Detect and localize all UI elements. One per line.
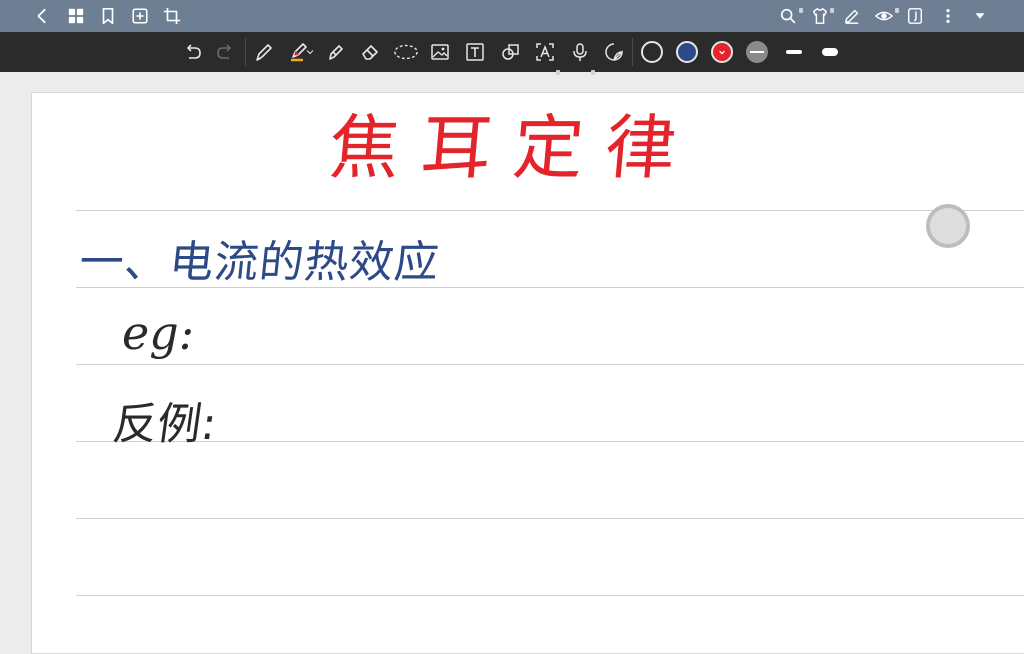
more-dots-icon[interactable] [936, 4, 960, 28]
toolbar-separator [632, 38, 633, 66]
handwritten-heading: 一、电流的热效应 [76, 237, 443, 288]
sticker-icon[interactable] [602, 40, 626, 64]
color-swatch-gray[interactable] [746, 41, 768, 63]
text-box-icon[interactable] [463, 40, 487, 64]
checkmark-icon [719, 50, 725, 55]
shape-icon[interactable] [498, 40, 522, 64]
toolbar-separator [245, 38, 246, 66]
drawing-toolbar [0, 32, 1024, 75]
lock-badge-icon [591, 70, 595, 75]
color-swatch-blue[interactable] [676, 41, 698, 63]
search-icon[interactable] [776, 4, 800, 28]
shirt-icon[interactable] [808, 4, 832, 28]
ruled-line [76, 210, 1024, 211]
grid-icon[interactable] [64, 4, 88, 28]
crop-icon[interactable] [160, 4, 184, 28]
bookmark-icon[interactable] [96, 4, 120, 28]
color-swatch-white[interactable] [641, 41, 663, 63]
floating-scroll-handle[interactable] [926, 204, 970, 248]
add-page-icon[interactable] [128, 4, 152, 28]
eraser-icon[interactable] [358, 40, 382, 64]
ruled-line [76, 441, 1024, 442]
stroke-thin-icon[interactable] [782, 40, 806, 64]
handwritten-title: 焦耳定律 [325, 107, 702, 189]
lock-badge-icon [556, 70, 560, 75]
redo-icon[interactable] [213, 40, 237, 64]
lock-badge-icon [830, 8, 834, 13]
stroke-thick-icon[interactable] [818, 40, 842, 64]
lock-badge-icon [799, 8, 803, 13]
back-chevron-icon[interactable] [30, 4, 54, 28]
chevron-down-icon[interactable] [303, 40, 317, 64]
ruled-line [76, 518, 1024, 519]
undo-icon[interactable] [181, 40, 205, 64]
edit-pen-icon[interactable] [840, 4, 864, 28]
minus-icon [750, 51, 764, 53]
lock-badge-icon [895, 8, 899, 13]
marker-icon[interactable] [324, 40, 348, 64]
eye-icon[interactable] [872, 4, 896, 28]
text-recognition-icon[interactable] [533, 40, 557, 64]
image-icon[interactable] [428, 40, 452, 64]
fountain-pen-icon[interactable] [252, 40, 276, 64]
ruled-line [76, 595, 1024, 596]
handwritten-example-label: eg: [122, 306, 195, 360]
ruled-line [76, 364, 1024, 365]
handwritten-counterexample-label: 反例: [109, 399, 220, 450]
page-view-icon[interactable] [903, 4, 927, 28]
microphone-icon[interactable] [568, 40, 592, 64]
lasso-icon[interactable] [392, 40, 420, 64]
top-bar [0, 0, 1024, 32]
color-swatch-red[interactable] [711, 41, 733, 63]
dropdown-triangle-icon[interactable] [968, 4, 992, 28]
